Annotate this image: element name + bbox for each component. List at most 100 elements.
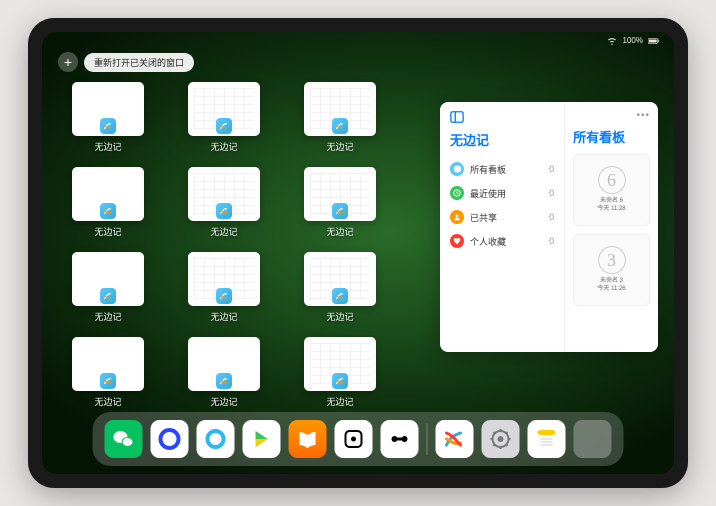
menu-label: 个人收藏 — [470, 235, 506, 248]
window-thumbnail — [72, 167, 144, 221]
reopen-closed-window-button[interactable]: 重新打开已关闭的窗口 — [84, 53, 194, 72]
app-window[interactable]: 无边记 — [304, 82, 376, 153]
app-window[interactable]: 无边记 — [72, 82, 144, 153]
heart-icon — [450, 234, 464, 248]
window-label: 无边记 — [94, 310, 121, 323]
freeform-icon — [216, 288, 232, 304]
sidebar-item-heart[interactable]: 个人收藏 0 — [450, 229, 554, 253]
sidebar-icon — [450, 110, 464, 124]
window-thumbnail — [72, 337, 144, 391]
dock-app-library[interactable] — [574, 420, 612, 458]
window-thumbnail — [188, 167, 260, 221]
menu-count: 0 — [549, 164, 554, 174]
freeform-icon — [100, 288, 116, 304]
window-label: 无边记 — [326, 140, 353, 153]
window-label: 无边记 — [326, 395, 353, 408]
window-label: 无边记 — [94, 140, 121, 153]
window-thumbnail — [188, 82, 260, 136]
battery-text: 100% — [623, 36, 643, 45]
app-window[interactable]: 无边记 — [72, 167, 144, 238]
status-bar: 100% — [606, 36, 660, 45]
window-label: 无边记 — [210, 310, 237, 323]
sidebar-item-clock[interactable]: 最近使用 0 — [450, 181, 554, 205]
side-panel-left: 无边记 所有看板 0 最近使用 0 已共享 0 个人收藏 0 — [440, 102, 565, 352]
app-window[interactable]: 无边记 — [304, 167, 376, 238]
dock-freeform[interactable] — [436, 420, 474, 458]
freeform-icon — [216, 373, 232, 389]
board-thumbnail: 6 — [598, 166, 626, 194]
app-window[interactable]: 无边记 — [188, 337, 260, 408]
freeform-icon — [216, 118, 232, 134]
dock-wechat[interactable] — [105, 420, 143, 458]
freeform-icon — [332, 118, 348, 134]
window-thumbnail — [304, 82, 376, 136]
window-label: 无边记 — [94, 225, 121, 238]
clock-icon — [450, 186, 464, 200]
board-meta: 未命名 3今天 11:26 — [597, 278, 625, 294]
window-label: 无边记 — [210, 225, 237, 238]
chat-icon — [450, 162, 464, 176]
dock — [93, 412, 624, 466]
dock-qq-browser[interactable] — [197, 420, 235, 458]
menu-count: 0 — [549, 188, 554, 198]
app-window[interactable]: 无边记 — [188, 167, 260, 238]
app-window[interactable]: 无边记 — [72, 252, 144, 323]
side-panel-right: ••• 所有看板 6 未命名 6今天 11:28 3 未命名 3今天 11:26 — [565, 102, 658, 352]
window-label: 无边记 — [94, 395, 121, 408]
freeform-icon — [332, 203, 348, 219]
board-meta: 未命名 6今天 11:28 — [597, 198, 625, 214]
ipad-frame: 100% + 重新打开已关闭的窗口 无边记无边记无边记无边记无边记无边记无边记无… — [28, 18, 688, 488]
freeform-icon — [100, 373, 116, 389]
dock-notes[interactable] — [528, 420, 566, 458]
menu-label: 已共享 — [470, 211, 497, 224]
dock-quark[interactable] — [151, 420, 189, 458]
window-label: 无边记 — [326, 310, 353, 323]
all-boards-title: 所有看板 — [573, 127, 650, 146]
window-thumbnail — [304, 167, 376, 221]
sidebar-item-person[interactable]: 已共享 0 — [450, 205, 554, 229]
app-window[interactable]: 无边记 — [188, 252, 260, 323]
freeform-icon — [332, 288, 348, 304]
top-controls: + 重新打开已关闭的窗口 — [58, 52, 194, 72]
menu-count: 0 — [549, 236, 554, 246]
app-window[interactable]: 无边记 — [304, 252, 376, 323]
menu-label: 最近使用 — [470, 187, 506, 200]
add-window-button[interactable]: + — [58, 52, 78, 72]
window-label: 无边记 — [210, 395, 237, 408]
person-icon — [450, 210, 464, 224]
window-thumbnail — [72, 82, 144, 136]
dock-dice[interactable] — [335, 420, 373, 458]
window-label: 无边记 — [210, 140, 237, 153]
dock-play[interactable] — [243, 420, 281, 458]
app-window[interactable]: 无边记 — [72, 337, 144, 408]
window-label: 无边记 — [326, 225, 353, 238]
board-card[interactable]: 6 未命名 6今天 11:28 — [573, 154, 650, 226]
window-thumbnail — [304, 252, 376, 306]
dock-settings[interactable] — [482, 420, 520, 458]
freeform-icon — [100, 203, 116, 219]
freeform-icon — [216, 203, 232, 219]
menu-label: 所有看板 — [470, 163, 506, 176]
freeform-icon — [100, 118, 116, 134]
window-thumbnail — [188, 252, 260, 306]
menu-count: 0 — [549, 212, 554, 222]
sidebar-item-chat[interactable]: 所有看板 0 — [450, 157, 554, 181]
window-thumbnail — [304, 337, 376, 391]
more-icon[interactable]: ••• — [636, 110, 650, 121]
freeform-icon — [332, 373, 348, 389]
freeform-side-panel: 无边记 所有看板 0 最近使用 0 已共享 0 个人收藏 0 ••• 所有看板 6 未命名 6今… — [440, 102, 658, 352]
dock-divider — [427, 423, 428, 455]
app-window[interactable]: 无边记 — [304, 337, 376, 408]
board-card[interactable]: 3 未命名 3今天 11:26 — [573, 234, 650, 306]
wifi-icon — [606, 37, 618, 45]
window-thumbnail — [188, 337, 260, 391]
dock-books[interactable] — [289, 420, 327, 458]
board-thumbnail: 3 — [598, 246, 626, 274]
dock-connect[interactable] — [381, 420, 419, 458]
app-window[interactable]: 无边记 — [188, 82, 260, 153]
screen: 100% + 重新打开已关闭的窗口 无边记无边记无边记无边记无边记无边记无边记无… — [42, 32, 674, 474]
app-switcher-grid: 无边记无边记无边记无边记无边记无边记无边记无边记无边记无边记无边记无边记 — [72, 82, 420, 408]
window-thumbnail — [72, 252, 144, 306]
battery-icon — [648, 37, 660, 45]
side-panel-title: 无边记 — [450, 130, 554, 149]
